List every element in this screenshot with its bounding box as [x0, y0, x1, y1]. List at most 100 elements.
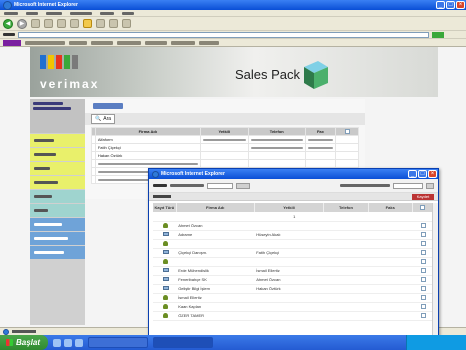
sidebar-item[interactable]	[30, 148, 85, 161]
person-icon[interactable]	[163, 222, 169, 228]
cell-firma: Çiçekçi Danışm.	[176, 248, 255, 258]
search-button[interactable]: 🔍 Ara	[91, 114, 116, 124]
maximize-icon[interactable]: □	[418, 170, 427, 178]
row-checkbox[interactable]	[421, 240, 427, 246]
home-icon[interactable]	[57, 19, 66, 28]
table-row[interactable]	[153, 257, 434, 267]
table-row[interactable]: Fatih Çiçekçi	[91, 143, 359, 152]
select-all-checkbox[interactable]	[420, 204, 426, 210]
tab[interactable]	[93, 103, 123, 109]
sidebar-item[interactable]	[30, 204, 85, 217]
person-icon[interactable]	[163, 303, 169, 309]
stop-icon[interactable]	[31, 19, 40, 28]
table-row[interactable]: Erde Mühendislik İsmail Ellertiz	[153, 266, 434, 276]
search-button[interactable]	[426, 182, 434, 189]
sidebar-item[interactable]	[30, 162, 85, 175]
menu-help[interactable]	[122, 11, 134, 15]
company-card-icon[interactable]	[162, 268, 169, 272]
filter-button[interactable]	[236, 182, 250, 189]
row-checkbox[interactable]	[421, 285, 427, 291]
toolbar-item[interactable]	[199, 40, 219, 45]
sidebar-item[interactable]	[30, 134, 85, 147]
sidebar-item[interactable]	[30, 190, 85, 203]
sidebar-item[interactable]	[30, 176, 85, 189]
company-card-icon[interactable]	[162, 277, 169, 281]
table-row[interactable]: Feneribahçe SK Ahmet Özcan	[153, 275, 434, 285]
toolbar-item[interactable]	[145, 40, 167, 45]
start-button[interactable]: Başlat	[0, 335, 48, 350]
table-row[interactable]: ÖZER TAMER	[153, 311, 434, 321]
quick-launch-icon[interactable]	[75, 338, 83, 347]
save-button[interactable]: Kaydet	[412, 193, 434, 200]
person-icon[interactable]	[163, 312, 169, 318]
page-number[interactable]: 1	[153, 212, 434, 222]
sidebar-item[interactable]	[30, 232, 85, 245]
minimize-icon[interactable]: _	[436, 1, 445, 9]
table-row[interactable]	[91, 159, 359, 168]
row-checkbox[interactable]	[421, 231, 427, 237]
scrollbar[interactable]	[432, 203, 438, 343]
table-row[interactable]: İsmail Ellertiz	[153, 293, 434, 303]
ie-icon	[152, 170, 159, 178]
person-icon[interactable]	[163, 258, 169, 264]
history-icon[interactable]	[96, 19, 105, 28]
quick-launch-icon[interactable]	[53, 338, 61, 347]
sidebar-item[interactable]	[30, 246, 85, 259]
sidebar-item[interactable]	[30, 218, 85, 231]
table-row[interactable]: Alfaform	[91, 135, 359, 144]
cell-yetkili	[254, 293, 324, 303]
taskbar-item[interactable]	[88, 337, 148, 348]
row-checkbox[interactable]	[421, 267, 427, 273]
table-row[interactable]: Adrame Hüseyin Akalı	[153, 230, 434, 240]
table-row[interactable]	[153, 239, 434, 249]
toolbar-search-box[interactable]	[25, 40, 65, 45]
menu-tools[interactable]	[100, 11, 114, 15]
toolbar-item[interactable]	[117, 40, 141, 45]
table-row[interactable]: Hakan Öztürk	[91, 151, 359, 160]
print-icon[interactable]	[122, 19, 131, 28]
address-input[interactable]	[18, 31, 429, 38]
company-card-icon[interactable]	[162, 232, 169, 236]
search-input[interactable]	[393, 182, 423, 189]
row-checkbox[interactable]	[421, 249, 427, 255]
popup-content: Kaydet Kayıt Türü Firma Adı Yetkili Tele…	[149, 179, 438, 344]
cell-telefon	[323, 248, 369, 258]
quick-launch-icon[interactable]	[64, 338, 72, 347]
row-checkbox[interactable]	[421, 303, 427, 309]
toolbar-item[interactable]	[91, 40, 113, 45]
filter-input[interactable]	[207, 182, 233, 189]
toolbar-item[interactable]	[171, 40, 195, 45]
row-checkbox[interactable]	[421, 222, 427, 228]
company-card-icon[interactable]	[162, 250, 169, 254]
close-icon[interactable]: ×	[428, 170, 437, 178]
search-icon[interactable]	[70, 19, 79, 28]
row-checkbox[interactable]	[421, 276, 427, 282]
favorites-icon[interactable]	[83, 19, 92, 28]
person-icon[interactable]	[163, 294, 169, 300]
back-icon[interactable]: ◀	[3, 18, 13, 29]
windows-logo-icon	[6, 339, 13, 346]
person-icon[interactable]	[163, 240, 169, 246]
company-card-icon[interactable]	[162, 286, 169, 290]
menu-file[interactable]	[4, 11, 18, 15]
menu-favorites[interactable]	[70, 11, 92, 15]
close-icon[interactable]: ×	[456, 1, 465, 9]
select-all-checkbox[interactable]	[344, 128, 350, 134]
row-checkbox[interactable]	[421, 312, 427, 318]
row-checkbox[interactable]	[421, 294, 427, 300]
toolbar-item[interactable]	[69, 40, 87, 45]
minimize-icon[interactable]: _	[408, 170, 417, 178]
table-row[interactable]: Geliştir Bilgi İşlem Hakan Öztürk	[153, 284, 434, 294]
maximize-icon[interactable]: □	[446, 1, 455, 9]
menu-view[interactable]	[46, 11, 62, 15]
refresh-icon[interactable]	[44, 19, 53, 28]
table-row[interactable]: Ahmet Özcan	[153, 221, 434, 231]
row-checkbox[interactable]	[421, 258, 427, 264]
forward-icon[interactable]: ▶	[17, 18, 27, 29]
table-row[interactable]: Çiçekçi Danışm. Fatih Çiçekçi	[153, 248, 434, 258]
taskbar-item-active[interactable]	[153, 337, 213, 348]
menu-edit[interactable]	[26, 11, 38, 15]
go-button[interactable]	[432, 31, 444, 38]
table-row[interactable]: Kaan Kaplan	[153, 302, 434, 312]
mail-icon[interactable]	[109, 19, 118, 28]
